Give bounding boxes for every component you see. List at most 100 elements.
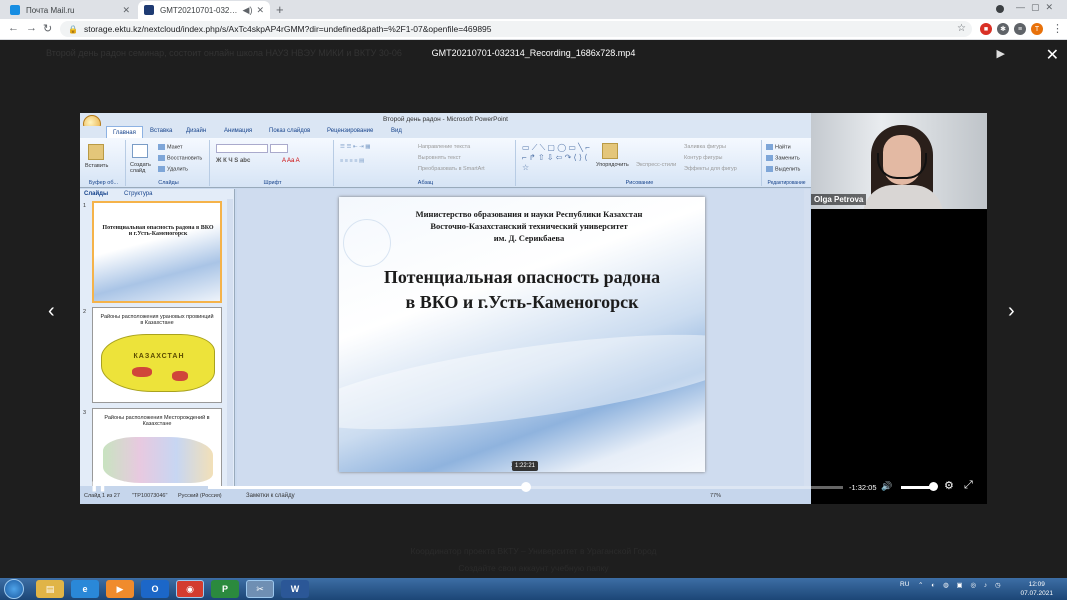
project-icon[interactable]: P bbox=[211, 580, 239, 598]
slide-title-line: в ВКО и г.Усть-Каменогорск bbox=[405, 292, 639, 312]
tab-outline: Структура bbox=[124, 191, 153, 197]
reload-icon[interactable]: ↻ bbox=[43, 22, 52, 35]
ppt-tab-home: Главная bbox=[106, 126, 143, 138]
tab-recording[interactable]: GMT20210701-032314_Reco ◀) ✕ bbox=[138, 1, 270, 19]
region-marker bbox=[132, 367, 152, 377]
ribbon-group-slides: Создать слайд Макет Восстановить Удалить… bbox=[128, 140, 210, 186]
back-icon[interactable]: ← bbox=[8, 22, 19, 34]
font-name-field bbox=[216, 144, 268, 153]
slide-scrollbar bbox=[804, 189, 810, 486]
media-control-icon[interactable]: ≡ bbox=[1014, 23, 1026, 35]
arrange-icon bbox=[602, 143, 618, 159]
reset-icon bbox=[158, 155, 165, 161]
settings-gear-icon[interactable]: ⚙ bbox=[944, 479, 954, 492]
volume-handle[interactable] bbox=[929, 482, 938, 491]
snipping-tool-icon[interactable]: ✂ bbox=[246, 580, 274, 598]
layout-button: Макет bbox=[158, 144, 183, 150]
ribbon-group-clipboard: Вставить Буфер об... bbox=[82, 140, 126, 186]
new-tab-icon[interactable]: + bbox=[276, 2, 284, 17]
media-player-icon[interactable]: ▶ bbox=[106, 580, 134, 598]
url-field[interactable]: 🔒 storage.ektu.kz/nextcloud/index.php/s/… bbox=[60, 21, 972, 37]
ppt-tab-view: Вид bbox=[391, 128, 402, 134]
thumb-number: 2 bbox=[83, 309, 87, 315]
paste-icon bbox=[88, 144, 104, 160]
university-line: Восточно-Казахстанский технический униве… bbox=[430, 221, 628, 231]
start-button-icon[interactable] bbox=[4, 579, 24, 599]
text-direction-label: Направление текста bbox=[418, 144, 471, 150]
page-text-line: Координатор проекта ВКТУ – Университет в… bbox=[410, 546, 657, 556]
system-clock[interactable]: 12:09 07.07.2021 bbox=[1020, 580, 1053, 598]
new-slide-label: Создать слайд bbox=[130, 162, 151, 174]
seek-tooltip: 1:22:21 bbox=[512, 461, 539, 471]
smartart-label: Преобразовать в SmartArt bbox=[418, 166, 485, 172]
chrome-icon[interactable]: ◉ bbox=[176, 580, 204, 598]
slides-pane-tabs: Слайды Структура bbox=[80, 189, 235, 199]
region-marker bbox=[172, 371, 188, 381]
mail-favicon-icon bbox=[10, 5, 20, 15]
ribbon-group-paragraph: ☰ ☰ ⇤ ⇥ ▦ ≡ ≡ ≡ ≡ ▤ Направление текста В… bbox=[336, 140, 516, 186]
thumb-title: Потенциальная опасность радона в ВКО и г… bbox=[102, 225, 214, 237]
select-button: Выделить bbox=[766, 166, 800, 172]
format-bold-icon: Ж К Ч S abc bbox=[216, 158, 251, 164]
ie-icon[interactable]: e bbox=[71, 580, 99, 598]
video-player[interactable]: Второй день радон - Microsoft PowerPoint… bbox=[80, 113, 987, 504]
outlook-icon[interactable]: O bbox=[141, 580, 169, 598]
fullscreen-icon[interactable]: ⤢ bbox=[964, 479, 973, 492]
slides-pane-scrollbar bbox=[227, 199, 233, 486]
slide-thumbnail: Потенциальная опасность радона в ВКО и г… bbox=[92, 201, 222, 303]
ribbon-group-drawing: ▭ ⟋ ⟍ ▢ ◯ ▭ ╲ ⌐ ⌐ ↱ ⇧ ⇩ ⇦ ↷ ⟨ ⟩ ⟨ ☆ Упор… bbox=[518, 140, 762, 186]
font-size-field bbox=[270, 144, 288, 153]
shape-fill-label: Заливка фигуры bbox=[684, 144, 727, 150]
status-theme: "TP10073046" bbox=[132, 493, 168, 499]
slide-title: Потенциальная опасность радона в ВКО и г… bbox=[339, 265, 705, 315]
profile-avatar[interactable]: T bbox=[1031, 23, 1043, 35]
viewer-close-icon[interactable]: ✕ bbox=[1046, 45, 1059, 65]
replace-icon bbox=[766, 155, 773, 161]
layout-label: Макет bbox=[167, 144, 183, 151]
tab-mail[interactable]: Почта Mail.ru ✕ bbox=[4, 1, 136, 19]
ppt-tab-slideshow: Показ слайдов bbox=[269, 128, 311, 134]
group-label: Шрифт bbox=[263, 180, 282, 186]
extension-abp-icon[interactable]: ■ bbox=[980, 23, 992, 35]
close-tab-icon[interactable]: ✕ bbox=[122, 5, 130, 16]
volume-icon[interactable]: 🔊 bbox=[881, 481, 892, 492]
map-label: КАЗАХСТАН bbox=[133, 353, 185, 360]
thumb-number: 1 bbox=[83, 203, 87, 209]
time-remaining: -1:32:05 bbox=[849, 483, 877, 492]
shape-outline-label: Контур фигуры bbox=[684, 155, 723, 161]
window-controls[interactable]: —▢✕ bbox=[1016, 2, 1059, 13]
status-slide: Слайд 1 из 27 bbox=[84, 493, 120, 499]
close-tab-icon[interactable]: ✕ bbox=[256, 5, 264, 16]
next-file-icon[interactable]: › bbox=[1008, 300, 1015, 323]
recording-indicator-icon bbox=[996, 5, 1004, 13]
ribbon-group-editing: Найти Заменить Выделить Редактирование bbox=[764, 140, 809, 186]
reset-label: Восстановить bbox=[167, 155, 203, 162]
group-label: Абзац bbox=[417, 180, 434, 186]
arrange-label: Упорядочить bbox=[596, 162, 629, 168]
word-icon[interactable]: W bbox=[281, 580, 309, 598]
progress-handle[interactable] bbox=[521, 482, 531, 492]
forward-icon[interactable]: → bbox=[26, 22, 37, 34]
page-text-line: Создайте свои аккаунт учебную папку bbox=[458, 563, 609, 573]
thumb-title: Районы расположения Месторождений в Каза… bbox=[104, 415, 210, 427]
bookmark-star-icon[interactable]: ☆ bbox=[957, 23, 966, 34]
group-label: Слайды bbox=[158, 180, 179, 186]
mute-tab-icon[interactable]: ◀) bbox=[243, 5, 253, 16]
ppt-ribbon: Вставить Буфер об... Создать слайд Макет… bbox=[80, 138, 811, 188]
delete-button: Удалить bbox=[158, 166, 188, 172]
tab-title: GMT20210701-032314_Reco bbox=[160, 5, 239, 15]
extensions-puzzle-icon[interactable]: ✱ bbox=[997, 23, 1009, 35]
language-indicator[interactable]: RU bbox=[900, 581, 909, 588]
thumb-title: Районы расположения урановых провинций в… bbox=[100, 314, 214, 326]
slideshow-play-icon[interactable]: ▶ bbox=[997, 47, 1005, 60]
nextcloud-favicon-icon bbox=[144, 5, 154, 15]
current-slide: Министерство образования и науки Республ… bbox=[339, 197, 705, 472]
ppt-tab-insert: Вставка bbox=[150, 128, 173, 134]
pause-icon[interactable]: ❚❚ bbox=[90, 481, 107, 492]
previous-file-icon[interactable]: ‹ bbox=[48, 300, 55, 323]
kazakhstan-map: КАЗАХСТАН bbox=[101, 334, 215, 392]
explorer-icon[interactable]: ▤ bbox=[36, 580, 64, 598]
thumb-number: 3 bbox=[83, 410, 87, 416]
menu-dots-icon[interactable]: ⋮ bbox=[1052, 22, 1063, 35]
tray-icons[interactable]: ⌃ ◐ ◍ ▣ ◎ ♪ ◷ bbox=[918, 581, 1004, 589]
